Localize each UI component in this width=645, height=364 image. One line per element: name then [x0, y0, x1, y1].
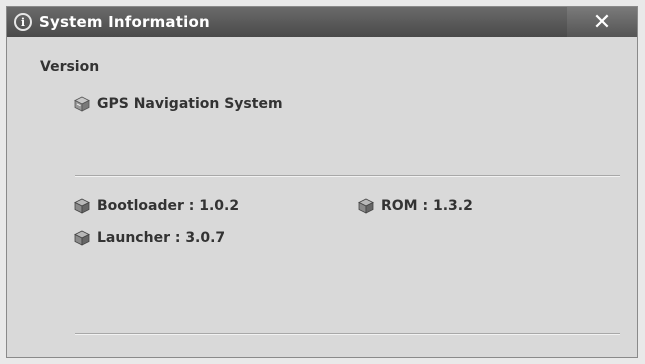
bootloader-version: Bootloader : 1.0.2 — [97, 198, 240, 214]
box-icon — [74, 96, 90, 112]
info-icon: i — [14, 13, 32, 31]
close-icon: ✕ — [592, 9, 612, 35]
dialog-content: Version GPS Navigation System Bootloader… — [7, 37, 637, 357]
cube-icon — [74, 230, 90, 246]
launcher-version: Launcher : 3.0.7 — [97, 230, 226, 246]
dialog-title: System Information — [39, 13, 210, 31]
component-bootloader: Bootloader : 1.0.2 — [73, 197, 239, 215]
title-bar: i System Information ✕ — [7, 7, 637, 37]
top-divider — [75, 175, 620, 177]
system-information-dialog: i System Information ✕ Version GPS Navig… — [6, 6, 638, 358]
close-button[interactable]: ✕ — [567, 7, 637, 37]
component-rom: ROM : 1.3.2 — [357, 197, 473, 215]
cube-icon — [358, 198, 374, 214]
version-section-label: Version — [40, 59, 100, 75]
product-row: GPS Navigation System — [73, 95, 283, 113]
rom-version: ROM : 1.3.2 — [381, 198, 473, 214]
bottom-divider — [75, 333, 620, 335]
product-name: GPS Navigation System — [97, 96, 283, 112]
cube-icon — [74, 198, 90, 214]
component-launcher: Launcher : 3.0.7 — [73, 229, 225, 247]
